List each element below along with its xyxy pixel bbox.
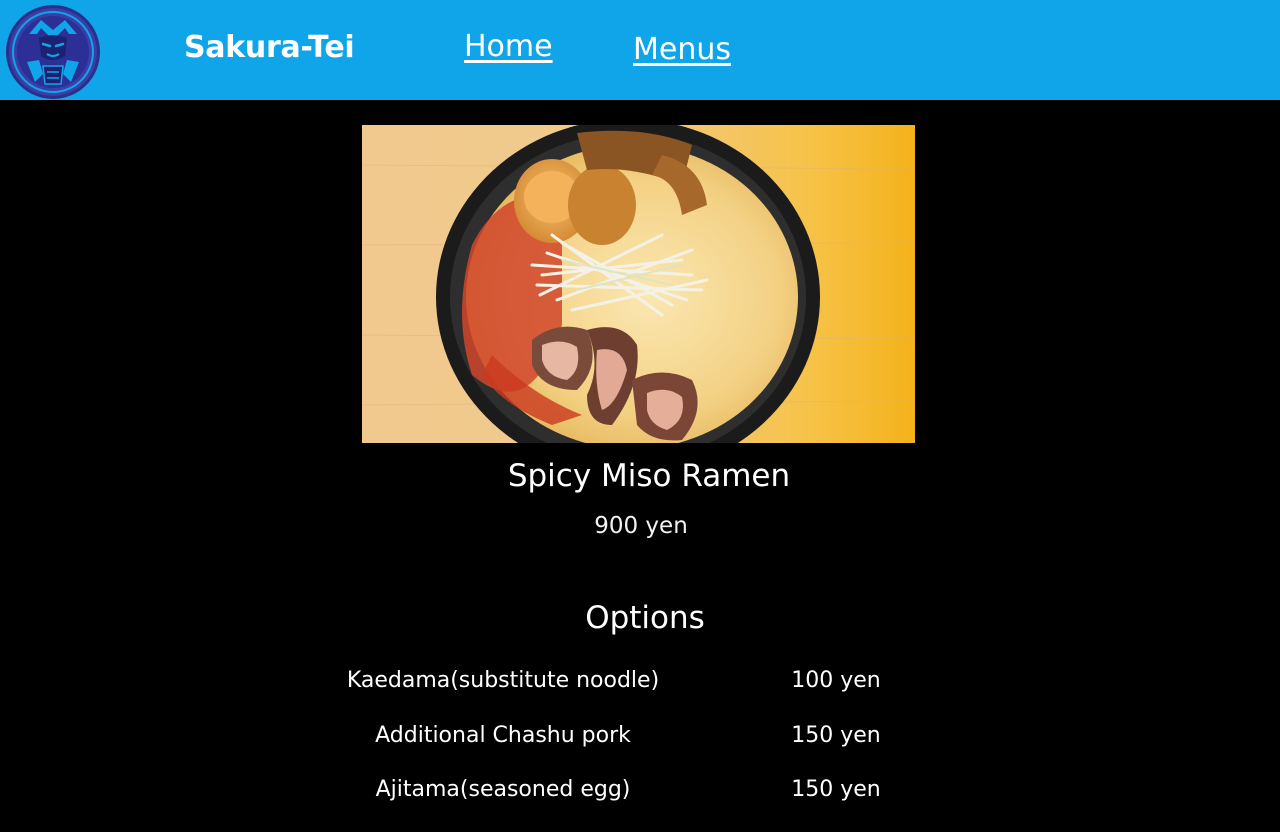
spicy-miso-ramen-photo-icon <box>362 125 915 443</box>
option-price: 100 yen <box>791 668 881 693</box>
option-price: 150 yen <box>791 777 881 802</box>
option-name: Ajitama(seasoned egg) <box>375 777 631 802</box>
nav-menus-link[interactable]: Menus <box>633 32 731 67</box>
options-heading: Options <box>585 600 705 636</box>
nav-home-link[interactable]: Home <box>464 29 553 64</box>
samurai-crest-logo-icon[interactable] <box>5 4 101 100</box>
dish-name: Spicy Miso Ramen <box>507 458 791 494</box>
site-brand[interactable]: Sakura-Tei <box>184 30 355 65</box>
option-name: Kaedama(substitute noodle) <box>346 668 660 693</box>
option-name: Additional Chashu pork <box>375 723 631 748</box>
dish-price: 900 yen <box>594 513 688 539</box>
site-header: Sakura-Tei Home Menus <box>0 0 1280 100</box>
option-price: 150 yen <box>791 723 881 748</box>
